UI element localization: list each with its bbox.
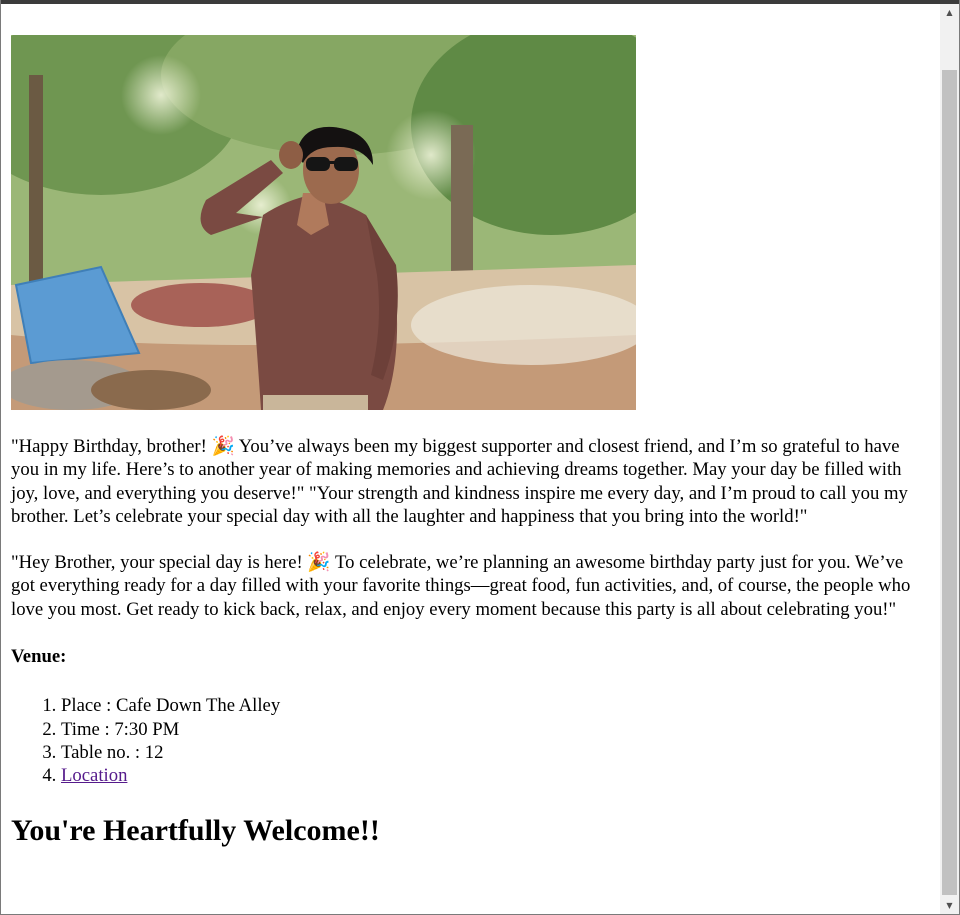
- photo-illustration: [11, 35, 636, 410]
- browser-viewport: "Happy Birthday, brother! 🎉 You’ve alway…: [0, 0, 960, 915]
- venue-table-item: Table no. : 12: [61, 741, 929, 764]
- venue-heading: Venue:: [11, 646, 67, 668]
- page-body: "Happy Birthday, brother! 🎉 You’ve alway…: [1, 4, 929, 849]
- location-link[interactable]: Location: [61, 765, 127, 786]
- venue-details-list: Place : Cafe Down The Alley Time : 7:30 …: [11, 694, 929, 787]
- scroll-down-arrow-icon[interactable]: ▼: [940, 897, 959, 914]
- venue-time-item: Time : 7:30 PM: [61, 718, 929, 741]
- party-invite-paragraph: "Hey Brother, your special day is here! …: [11, 552, 911, 620]
- page-content: "Happy Birthday, brother! 🎉 You’ve alway…: [1, 4, 939, 914]
- venue-location-item: Location: [61, 764, 929, 787]
- venue-place-item: Place : Cafe Down The Alley: [61, 694, 929, 717]
- birthday-wish-paragraph: "Happy Birthday, brother! 🎉 You’ve alway…: [11, 436, 908, 527]
- scroll-up-arrow-icon[interactable]: ▲: [940, 4, 959, 21]
- scrollbar-thumb[interactable]: [942, 70, 957, 895]
- closing-heading: You're Heartfully Welcome!!: [11, 813, 380, 847]
- vertical-scrollbar[interactable]: ▲ ▼: [940, 4, 959, 914]
- birthday-photo: [11, 35, 636, 410]
